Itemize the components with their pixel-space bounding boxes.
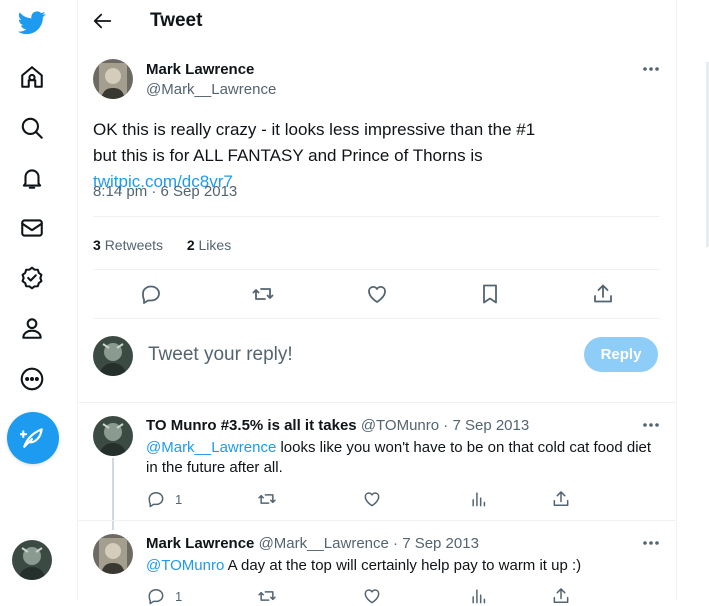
share-button[interactable] [551,586,571,606]
reply-avatar[interactable] [93,534,133,574]
page-title: Tweet [150,10,203,31]
column-divider-right [676,0,677,600]
reply-text: @Mark__Lawrence looks like you won't hav… [146,438,666,478]
reply-submit-button[interactable]: Reply [584,337,658,372]
reply-mention[interactable]: @TOMunro [146,557,224,574]
reply-mention[interactable]: @Mark__Lawrence [146,439,276,456]
column-divider-left [77,0,78,600]
reply-icon [142,285,160,304]
analytics-button[interactable] [469,489,489,509]
compose-icon [20,428,43,448]
analytics-icon [472,589,486,604]
tweet-body: OK this is really crazy - it looks less … [93,120,536,165]
divider [93,318,660,319]
retweets-stat[interactable]: 3 Retweets [93,237,163,253]
reply-header: TO Munro #3.5% is all it takes @TOMunro … [146,416,529,436]
share-icon [553,491,569,506]
retweet-icon [252,288,274,300]
messages-icon[interactable] [14,210,50,246]
author-handle[interactable]: @Mark__Lawrence [146,80,276,100]
heart-icon [368,285,386,303]
reply-count: 1 [175,492,183,507]
twitter-logo-icon[interactable] [14,4,50,40]
explore-icon[interactable] [14,110,50,146]
more-horizontal-icon [643,541,659,545]
reply-icon [148,589,164,605]
more-options-button[interactable] [640,60,662,78]
analytics-button[interactable] [469,586,489,606]
heart-icon [364,589,380,604]
reply-author-name[interactable]: Mark Lawrence [146,535,254,552]
heart-icon [364,492,380,507]
bookmark-button[interactable] [478,282,502,306]
share-button[interactable] [551,489,571,509]
share-icon [553,588,569,603]
retweets-label: Retweets [104,237,164,253]
likes-count: 2 [186,237,195,253]
author-name[interactable]: Mark Lawrence [146,60,254,80]
current-user-avatar[interactable] [93,336,133,376]
retweets-count: 3 [93,237,101,253]
more-options-button[interactable] [640,534,662,552]
avatar[interactable] [93,59,133,99]
analytics-icon [472,492,486,507]
like-button[interactable] [362,489,382,509]
reply-button[interactable] [139,282,163,306]
tweet-actions [93,282,660,308]
compose-button[interactable] [7,412,59,464]
notifications-icon[interactable] [14,160,50,196]
like-button[interactable] [365,282,389,306]
more-icon[interactable] [14,361,50,397]
reply-date[interactable]: · 7 Sep 2013 [443,417,529,434]
divider [93,269,660,270]
more-horizontal-icon [643,423,659,427]
verified-icon[interactable] [14,260,50,296]
divider [78,520,676,521]
tweet-stats: 3 Retweets 2 Likes [93,236,231,254]
reply-avatar[interactable] [93,416,133,456]
share-button[interactable] [591,282,615,306]
reply-header: Mark Lawrence @Mark__Lawrence · 7 Sep 20… [146,534,479,554]
reply-author-name[interactable]: TO Munro #3.5% is all it takes [146,417,357,434]
reply-button[interactable] [146,586,166,606]
reply-date[interactable]: · 7 Sep 2013 [393,535,479,552]
likes-stat[interactable]: 2 Likes [187,237,231,253]
retweet-button[interactable] [257,489,277,509]
divider [93,216,660,217]
like-button[interactable] [362,586,382,606]
retweet-button[interactable] [251,282,275,306]
retweet-button[interactable] [257,586,277,606]
reply-author-handle[interactable]: @TOMunro [361,417,439,434]
arrow-left-icon [93,13,112,29]
share-icon [594,284,612,303]
retweet-icon [258,494,276,504]
back-button[interactable] [92,10,114,32]
more-horizontal-icon [643,67,659,71]
reply-input[interactable]: Tweet your reply! [148,343,293,367]
profile-icon[interactable] [14,310,50,346]
reply-body: A day at the top will certainly help pay… [224,557,582,574]
tweet-timestamp[interactable]: 8:14 pm · 6 Sep 2013 [93,182,237,202]
reply-icon [148,492,164,508]
reply-text: @TOMunro A day at the top will certainly… [146,556,666,576]
reply-button[interactable] [146,489,166,509]
divider [78,402,676,403]
reply-author-handle[interactable]: @Mark__Lawrence [259,535,389,552]
likes-label: Likes [198,237,232,253]
bookmark-icon [483,284,497,304]
account-avatar[interactable] [12,540,52,580]
more-options-button[interactable] [640,416,662,434]
home-icon[interactable] [14,59,50,95]
reply-count: 1 [175,589,183,604]
retweet-icon [258,591,276,601]
